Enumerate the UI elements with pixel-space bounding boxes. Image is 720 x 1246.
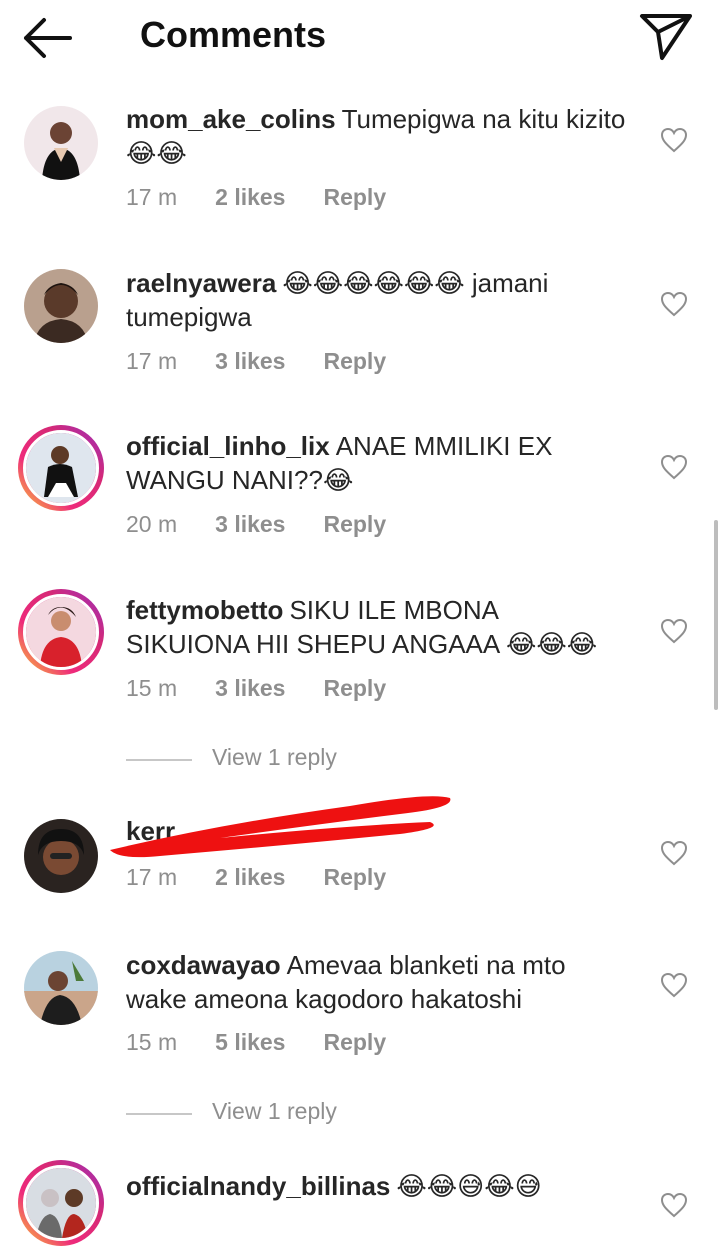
comment-time: 17 m	[126, 184, 178, 210]
heart-icon[interactable]	[660, 454, 688, 480]
comment-text: officialnandy_billinas 😂😂😅😂😅	[126, 1169, 626, 1203]
scrollbar[interactable]	[714, 520, 718, 710]
divider	[126, 759, 192, 761]
comment-meta: 15 m 3 likes Reply	[126, 675, 424, 702]
comment-time: 15 m	[126, 1029, 178, 1055]
avatar[interactable]	[24, 106, 98, 180]
heart-icon[interactable]	[660, 127, 688, 153]
arrow-left-icon[interactable]	[22, 16, 74, 60]
comment-meta: 17 m 2 likes Reply	[126, 184, 424, 211]
comment-body: 😂😂😅😂😅	[396, 1171, 542, 1201]
view-replies-label[interactable]: View 1 reply	[212, 1098, 337, 1125]
comment-username[interactable]: mom_ake_colins	[126, 104, 336, 134]
comment-time: 20 m	[126, 511, 178, 537]
comment-time: 17 m	[126, 348, 178, 374]
reply-button[interactable]: Reply	[323, 511, 386, 537]
avatar[interactable]	[24, 819, 98, 893]
comment-likes[interactable]: 3 likes	[215, 511, 285, 537]
comment-likes[interactable]: 2 likes	[215, 184, 285, 210]
comment-likes[interactable]: 3 likes	[215, 348, 285, 374]
redaction-scribble	[110, 796, 451, 858]
divider	[126, 1113, 192, 1115]
comment-meta: 20 m 3 likes Reply	[126, 511, 424, 538]
reply-button[interactable]: Reply	[323, 348, 386, 374]
avatar-story-ring[interactable]	[18, 589, 104, 675]
comment-text: fettymobetto SIKU ILE MBONA SIKUIONA HII …	[126, 593, 626, 661]
header-bar: Comments	[0, 0, 720, 80]
heart-icon[interactable]	[660, 291, 688, 317]
comment-likes[interactable]: 5 likes	[215, 1029, 285, 1055]
heart-icon[interactable]	[660, 972, 688, 998]
avatar-story-ring[interactable]	[18, 1160, 104, 1246]
comment-username[interactable]: officialnandy_billinas	[126, 1171, 390, 1201]
reply-button[interactable]: Reply	[323, 675, 386, 701]
heart-icon[interactable]	[660, 840, 688, 866]
comment-username[interactable]: official_linho_lix	[126, 431, 330, 461]
heart-icon[interactable]	[660, 1192, 688, 1218]
reply-button[interactable]: Reply	[323, 1029, 386, 1055]
avatar[interactable]	[24, 269, 98, 343]
comment-username[interactable]: fettymobetto	[126, 595, 283, 625]
heart-icon[interactable]	[660, 618, 688, 644]
comment-text: raelnyawera 😂😂😂😂😂😂 jamani tumepigwa	[126, 266, 626, 334]
comment-text: mom_ake_colins Tumepigwa na kitu kizito😂😂	[126, 102, 626, 170]
view-replies-label[interactable]: View 1 reply	[212, 744, 337, 771]
comment-text: coxdawayao Amevaa blanketi na mto wake am…	[126, 948, 626, 1016]
comment-username[interactable]: coxdawayao	[126, 950, 281, 980]
page-title: Comments	[140, 14, 327, 55]
paper-plane-icon[interactable]	[638, 10, 694, 62]
comment-likes[interactable]: 3 likes	[215, 675, 285, 701]
comment-time: 15 m	[126, 675, 178, 701]
comment-text: official_linho_lix ANAE MMILIKI EX WANGU …	[126, 429, 626, 497]
avatar-story-ring[interactable]	[18, 425, 104, 511]
comment-meta: 15 m 5 likes Reply	[126, 1029, 424, 1056]
reply-button[interactable]: Reply	[323, 184, 386, 210]
avatar[interactable]	[24, 951, 98, 1025]
comment-meta: 17 m 3 likes Reply	[126, 348, 424, 375]
comment-username[interactable]: raelnyawera	[126, 268, 276, 298]
